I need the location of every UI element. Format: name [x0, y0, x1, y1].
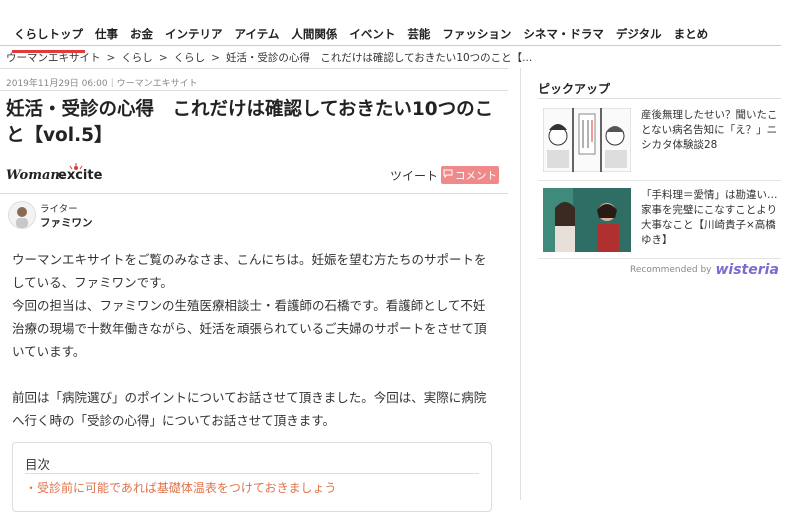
breadcrumb-separator: >	[158, 52, 168, 64]
article-title: 妊活・受診の心得 これだけは確認しておきたい10つのこと【vol.5】	[6, 99, 494, 146]
breadcrumb-divider	[0, 68, 508, 69]
nav-item[interactable]: アイテム	[229, 20, 286, 50]
svg-text:Woman.: Woman.	[6, 168, 64, 183]
header-divider	[0, 193, 508, 194]
comment-label: コメント	[455, 169, 497, 182]
paragraph: 前回は「病院選び」のポイントについてお話させて頂きました。今回は、実際に病院へ行…	[12, 390, 487, 428]
article-body: ウーマンエキサイトをご覧のみなさま、こんにちは。妊娠を望む方たちのサポートをして…	[12, 248, 496, 432]
nav-item[interactable]: くらしトップ	[8, 20, 89, 53]
top-navigation: くらしトップ 仕事 お金 インテリア アイテム 人間関係 イベント 芸能 ファッション シネマ・ド…	[0, 0, 781, 53]
pickup-divider	[538, 98, 781, 99]
sidebar-divider	[520, 68, 521, 500]
recommended-by[interactable]: Recommended by wisteria	[630, 262, 779, 278]
toc-divider	[25, 473, 479, 474]
pickup-thumbnail-manga[interactable]	[543, 108, 631, 172]
paragraph: 今回の担当は、ファミワンの生殖医療相談士・看護師の石橋です。看護師として不妊治療…	[12, 298, 487, 359]
nav-item[interactable]: シネマ・ドラマ	[517, 20, 610, 50]
toc-link[interactable]: ・受診前に可能であれば基礎体温表をつけておきましょう	[25, 479, 337, 496]
nav-item[interactable]: お金	[124, 20, 159, 50]
nav-item[interactable]: ファッション	[436, 20, 517, 50]
breadcrumb-item[interactable]: ウーマンエキサイト	[6, 52, 101, 64]
comment-button[interactable]: コメント	[441, 166, 499, 184]
writer-name[interactable]: ファミワン	[40, 215, 93, 230]
table-of-contents: 目次 ・受診前に可能であれば基礎体温表をつけておきましょう	[12, 442, 492, 512]
pickup-title: ピックアップ	[538, 82, 611, 96]
paragraph	[12, 363, 496, 386]
tweet-button[interactable]: ツイート	[390, 167, 438, 184]
breadcrumb-separator: >	[211, 52, 220, 64]
nav-item[interactable]: イベント	[343, 20, 401, 50]
pickup-text[interactable]: 「手料理＝愛情」は勘違い…家事を完璧にこなすことより大事なこと【川崎貴子×高橋ゆ…	[641, 188, 779, 248]
nav-item[interactable]: 仕事	[89, 20, 124, 50]
pickup-item[interactable]: 産後無理したせい？聞いたことない病名告知に「え？」ニシカタ体験談28	[543, 108, 783, 174]
meta-divider	[0, 90, 508, 91]
nav-item[interactable]: 人間関係	[285, 20, 343, 50]
pickup-text[interactable]: 産後無理したせい？聞いたことない病名告知に「え？」ニシカタ体験談28	[641, 108, 779, 153]
writer-label: ライター	[40, 204, 78, 215]
pickup-item[interactable]: 「手料理＝愛情」は勘違い…家事を完璧にこなすことより大事なこと【川崎貴子×高橋ゆ…	[543, 188, 783, 254]
nav-items: くらしトップ 仕事 お金 インテリア アイテム 人間関係 イベント 芸能 ファッション シネマ・ド…	[8, 20, 715, 53]
pickup-item-divider	[538, 180, 781, 181]
paragraph: ウーマンエキサイトをご覧のみなさま、こんにちは。妊娠を望む方たちのサポートをして…	[12, 252, 487, 290]
wisteria-logo: wisteria	[715, 262, 779, 278]
toc-title: 目次	[25, 457, 51, 472]
comment-icon	[443, 169, 453, 181]
article-meta: 2019年11月29日 06:00｜ウーマンエキサイト	[6, 79, 198, 89]
nav-item[interactable]: デジタル	[610, 20, 668, 50]
nav-item[interactable]: 芸能	[401, 20, 436, 50]
recommended-label: Recommended by	[630, 265, 712, 275]
breadcrumb-item[interactable]: くらし	[121, 52, 153, 64]
pickup-item-divider	[538, 258, 781, 259]
breadcrumb-item: 妊活・受診の心得 これだけは確認しておきたい10つのこと【...	[225, 52, 533, 64]
svg-text:excite: excite	[58, 168, 103, 183]
writer-avatar[interactable]	[8, 201, 36, 229]
breadcrumb-separator: >	[106, 52, 116, 64]
nav-item[interactable]: まとめ	[668, 20, 715, 50]
woman-excite-logo[interactable]: Woman. excite	[6, 163, 121, 185]
pickup-thumbnail-photo[interactable]	[543, 188, 631, 252]
breadcrumb-item[interactable]: くらし	[174, 52, 206, 64]
nav-item[interactable]: インテリア	[159, 20, 229, 50]
breadcrumb: ウーマンエキサイト > くらし > くらし > 妊活・受診の心得 これだけは確認しておきたい…	[6, 50, 532, 65]
